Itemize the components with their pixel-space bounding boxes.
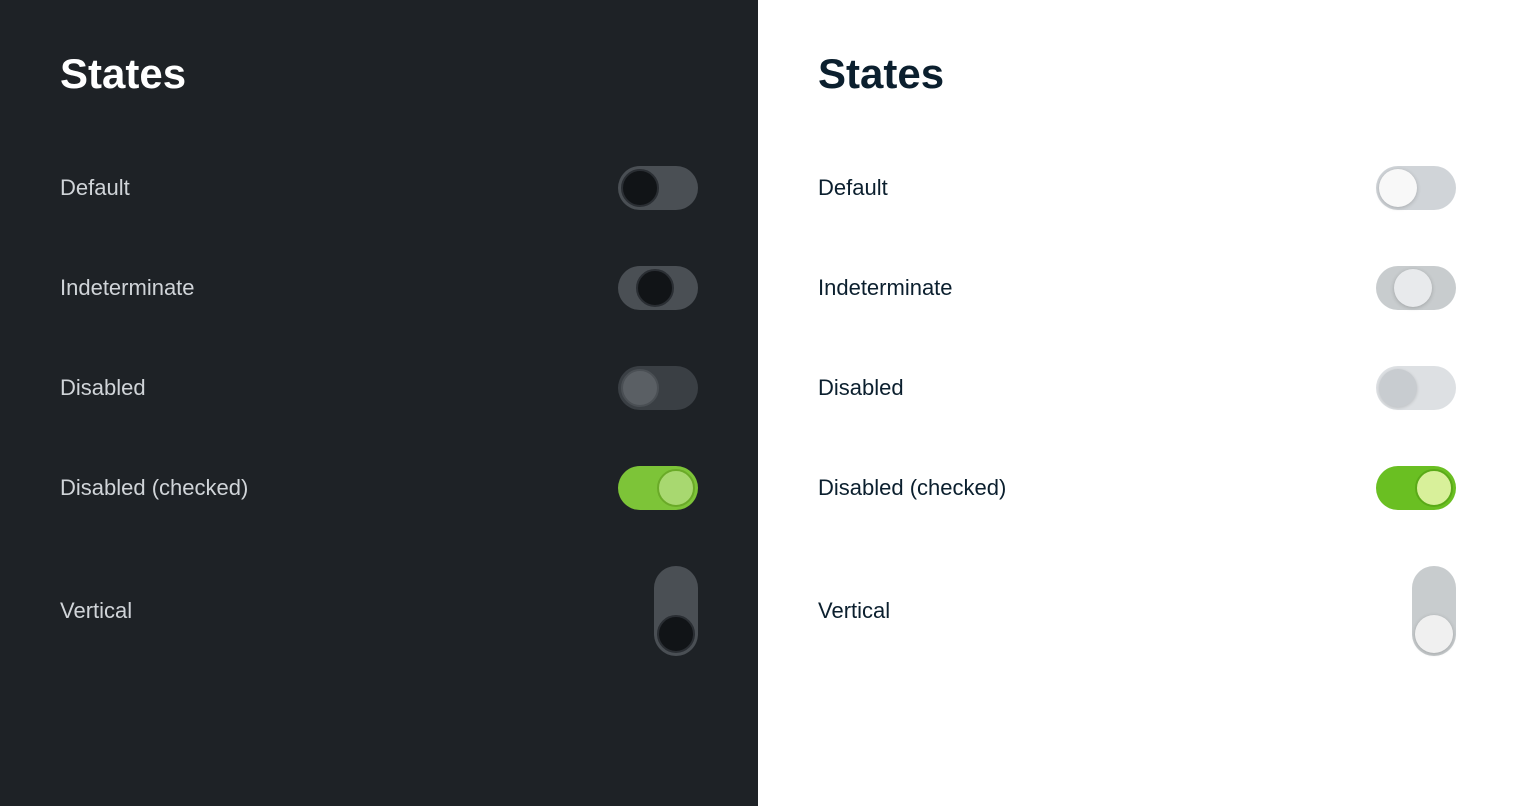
light-indeterminate-thumb	[1394, 269, 1432, 307]
light-indeterminate-toggle[interactable]	[1376, 266, 1456, 310]
light-default-toggle[interactable]	[1376, 166, 1456, 210]
light-disabled-checked-track	[1376, 466, 1456, 510]
light-disabled-checked-row: Disabled (checked)	[818, 438, 1456, 538]
dark-disabled-checked-row: Disabled (checked)	[60, 438, 698, 538]
light-disabled-row: Disabled	[818, 338, 1456, 438]
light-vertical-label: Vertical	[818, 598, 890, 624]
light-default-label: Default	[818, 175, 888, 201]
light-panel: States Default Indeterminate Disabled Di…	[758, 0, 1516, 806]
dark-default-label: Default	[60, 175, 130, 201]
light-vertical-thumb	[1415, 615, 1453, 653]
dark-disabled-label: Disabled	[60, 375, 146, 401]
dark-indeterminate-thumb	[636, 269, 674, 307]
dark-disabled-checked-thumb	[657, 469, 695, 507]
light-default-row: Default	[818, 138, 1456, 238]
light-indeterminate-row: Indeterminate	[818, 238, 1456, 338]
dark-disabled-checked-label: Disabled (checked)	[60, 475, 248, 501]
dark-vertical-track	[654, 566, 698, 656]
light-disabled-track	[1376, 366, 1456, 410]
light-vertical-track	[1412, 566, 1456, 656]
dark-vertical-row: Vertical	[60, 538, 698, 684]
dark-disabled-checked-toggle	[618, 466, 698, 510]
dark-disabled-toggle	[618, 366, 698, 410]
dark-indeterminate-toggle[interactable]	[618, 266, 698, 310]
dark-vertical-label: Vertical	[60, 598, 132, 624]
dark-disabled-row: Disabled	[60, 338, 698, 438]
dark-indeterminate-row: Indeterminate	[60, 238, 698, 338]
light-default-thumb	[1379, 169, 1417, 207]
dark-disabled-track	[618, 366, 698, 410]
dark-default-track	[618, 166, 698, 210]
light-indeterminate-label: Indeterminate	[818, 275, 953, 301]
dark-default-row: Default	[60, 138, 698, 238]
light-default-track	[1376, 166, 1456, 210]
light-disabled-label: Disabled	[818, 375, 904, 401]
light-vertical-row: Vertical	[818, 538, 1456, 684]
light-panel-title: States	[818, 50, 1456, 98]
dark-vertical-thumb	[657, 615, 695, 653]
light-vertical-toggle[interactable]	[1412, 566, 1456, 656]
light-disabled-checked-label: Disabled (checked)	[818, 475, 1006, 501]
dark-indeterminate-label: Indeterminate	[60, 275, 195, 301]
light-disabled-toggle	[1376, 366, 1456, 410]
dark-default-toggle[interactable]	[618, 166, 698, 210]
dark-disabled-checked-track	[618, 466, 698, 510]
light-disabled-checked-toggle	[1376, 466, 1456, 510]
dark-indeterminate-track	[618, 266, 698, 310]
dark-default-thumb	[621, 169, 659, 207]
light-disabled-thumb	[1379, 369, 1417, 407]
light-disabled-checked-thumb	[1415, 469, 1453, 507]
light-indeterminate-track	[1376, 266, 1456, 310]
dark-disabled-thumb	[621, 369, 659, 407]
dark-panel-title: States	[60, 50, 698, 98]
dark-panel: States Default Indeterminate Disabled Di…	[0, 0, 758, 806]
dark-vertical-toggle[interactable]	[654, 566, 698, 656]
